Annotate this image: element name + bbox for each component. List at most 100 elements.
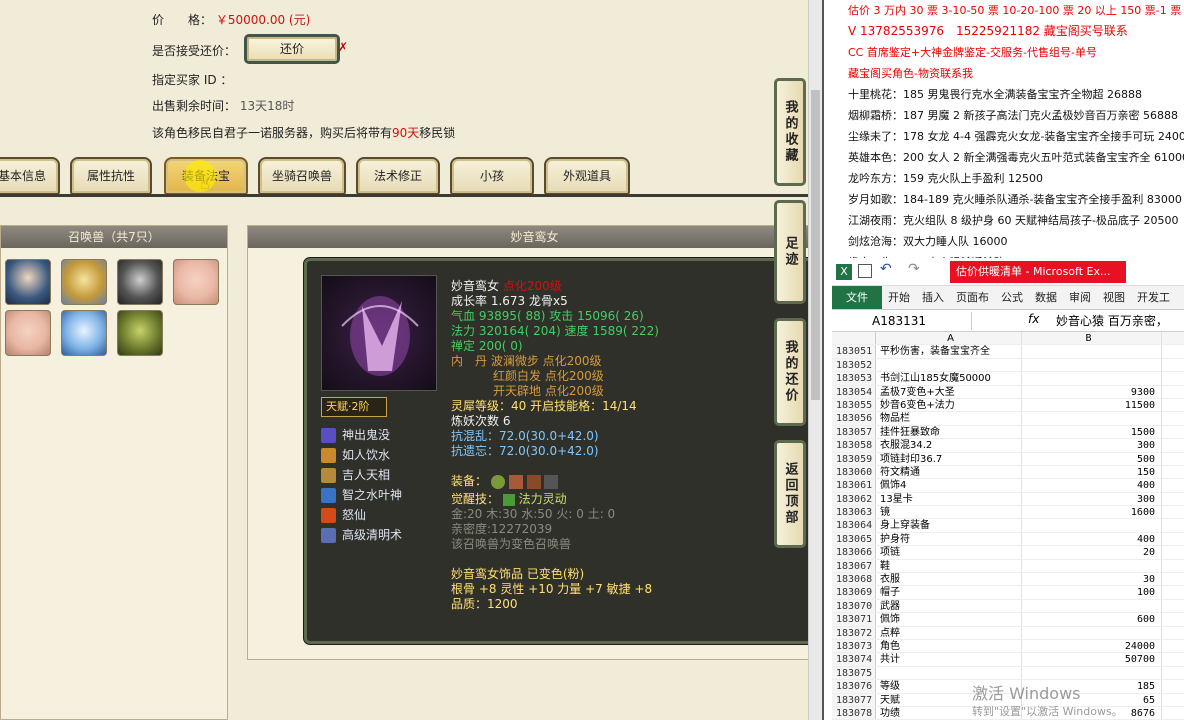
equip-icon[interactable] [526, 474, 541, 489]
ribbon-tab-developer[interactable]: 开发工 [1131, 286, 1176, 309]
skill-item[interactable]: 神出鬼没 [321, 425, 402, 445]
cell-b[interactable]: 100 [1022, 586, 1162, 599]
summon-thumb-7[interactable] [117, 310, 163, 356]
cell-a[interactable]: 13星卡 [876, 492, 1022, 506]
cell-b[interactable]: 300 [1022, 439, 1162, 452]
cell-b[interactable]: 24000 [1022, 639, 1162, 653]
cell-a[interactable]: 衣服 [876, 573, 1022, 586]
cell-b[interactable] [1022, 372, 1162, 385]
cell-a[interactable]: 点粹 [876, 626, 1022, 639]
ribbon-tab-file[interactable]: 文件 [832, 286, 882, 309]
cell-b[interactable]: 1600 [1022, 506, 1162, 519]
cell-b[interactable] [1022, 519, 1162, 532]
cell-a[interactable]: 书剑江山185女魔50000 [876, 372, 1022, 385]
tab-basic-info[interactable]: 基本信息 [0, 157, 60, 195]
cell-a[interactable]: 物品栏 [876, 412, 1022, 425]
cell-a[interactable]: 护身符 [876, 532, 1022, 546]
cell-a[interactable] [876, 358, 1022, 372]
cell-a[interactable] [876, 666, 1022, 680]
ribbon-tab-review[interactable]: 审阅 [1063, 286, 1097, 309]
excel-redo-icon[interactable]: ↷ [908, 261, 920, 277]
tab-appearance[interactable]: 外观道具 [544, 157, 630, 195]
my-favorites-button[interactable]: 我的收藏 [774, 78, 806, 186]
cell-a[interactable]: 角色 [876, 639, 1022, 653]
summon-thumb-1[interactable] [5, 259, 51, 305]
cell-a[interactable]: 共计 [876, 653, 1022, 666]
formula-input[interactable]: 妙音心猿 百万亲密， [1056, 312, 1168, 329]
ribbon-tab-view[interactable]: 视图 [1097, 286, 1131, 309]
tab-children[interactable]: 小孩 [450, 157, 534, 195]
skill-item[interactable]: 如人饮水 [321, 445, 402, 465]
cell-b[interactable] [1022, 345, 1162, 358]
skill-item[interactable]: 吉人天相 [321, 465, 402, 485]
cell-b[interactable]: 150 [1022, 465, 1162, 479]
my-haggle-button[interactable]: 我的还价 [774, 318, 806, 426]
cell-b[interactable] [1022, 666, 1162, 680]
cell-a[interactable]: 孟极7变色+大圣 [876, 385, 1022, 398]
cell-a[interactable]: 镜 [876, 506, 1022, 519]
cell-b[interactable]: 500 [1022, 452, 1162, 465]
cell-b[interactable]: 11500 [1022, 398, 1162, 412]
cell-b[interactable]: 9300 [1022, 385, 1162, 398]
tab-mounts-summons[interactable]: 坐骑召唤兽 [258, 157, 346, 195]
equip-icon[interactable] [508, 474, 523, 489]
cell-b[interactable] [1022, 559, 1162, 573]
skill-item[interactable]: 智之水叶神 [321, 485, 402, 505]
footprint-button[interactable]: 足迹 [774, 200, 806, 304]
skill-icon [321, 507, 336, 523]
ribbon-tab-formulas[interactable]: 公式 [995, 286, 1029, 309]
skill-item[interactable]: 怒仙 [321, 505, 402, 525]
cell-a[interactable]: 平秒伤害，装备宝宝齐全 [876, 345, 1022, 358]
cell-b[interactable]: 20 [1022, 546, 1162, 559]
cell-b[interactable] [1022, 599, 1162, 613]
ribbon-tab-home[interactable]: 开始 [882, 286, 916, 309]
cell-b[interactable]: 400 [1022, 479, 1162, 492]
column-header-b[interactable]: B [1022, 332, 1162, 345]
cell-a[interactable]: 身上穿装备 [876, 519, 1022, 532]
cell-b[interactable]: 600 [1022, 613, 1162, 626]
cell-b[interactable] [1022, 358, 1162, 372]
cell-a[interactable]: 武器 [876, 599, 1022, 613]
ribbon-tab-page-layout[interactable]: 页面布 [950, 286, 995, 309]
cell-a[interactable]: 挂件狂暴致命 [876, 425, 1022, 439]
cell-b[interactable]: 30 [1022, 573, 1162, 586]
row-number: 183069 [832, 586, 876, 599]
excel-sheet-grid[interactable]: A B 183051 平秒伤害，装备宝宝齐全 183052 183053 书剑江山185… [832, 332, 1184, 720]
cell-b[interactable] [1022, 412, 1162, 425]
name-box[interactable]: A183131 [836, 312, 972, 330]
cell-a[interactable]: 鞋 [876, 559, 1022, 573]
scrollbar-thumb[interactable] [811, 90, 820, 400]
tab-attributes[interactable]: 属性抗性 [70, 157, 152, 195]
cell-a[interactable]: 妙音6变色+法力 [876, 398, 1022, 412]
cell-a[interactable]: 佩饰4 [876, 479, 1022, 492]
cell-a[interactable]: 项链封印36.7 [876, 452, 1022, 465]
haggle-button[interactable]: 还价 [244, 34, 340, 64]
cell-a[interactable]: 项链 [876, 546, 1022, 559]
pet-neidan-1: 内 丹 波澜微步 点化200级 [451, 354, 602, 368]
skill-item[interactable]: 高级清明术 [321, 525, 402, 545]
cell-a[interactable]: 帽子 [876, 586, 1022, 599]
page-scrollbar[interactable] [808, 0, 822, 720]
back-to-top-button[interactable]: 返回顶部 [774, 440, 806, 548]
ribbon-tab-data[interactable]: 数据 [1029, 286, 1063, 309]
summon-thumb-5[interactable] [5, 310, 51, 356]
excel-undo-icon[interactable]: ↶ [880, 261, 892, 277]
summon-thumb-6[interactable] [61, 310, 107, 356]
column-header-a[interactable]: A [876, 332, 1022, 345]
excel-save-icon[interactable] [858, 264, 872, 278]
cell-b[interactable]: 1500 [1022, 425, 1162, 439]
summon-thumb-3[interactable] [117, 259, 163, 305]
cell-b[interactable]: 300 [1022, 492, 1162, 506]
cell-a[interactable]: 符文精通 [876, 465, 1022, 479]
equip-icon[interactable] [544, 474, 559, 489]
cell-b[interactable] [1022, 626, 1162, 639]
cell-a[interactable]: 佩饰 [876, 613, 1022, 626]
ribbon-tab-insert[interactable]: 插入 [916, 286, 950, 309]
summon-thumb-2[interactable] [61, 259, 107, 305]
cell-a[interactable]: 衣服混34.2 [876, 439, 1022, 452]
cell-b[interactable]: 50700 [1022, 653, 1162, 666]
tab-spell-correction[interactable]: 法术修正 [356, 157, 440, 195]
cell-b[interactable]: 400 [1022, 532, 1162, 546]
equip-icon[interactable] [490, 474, 505, 489]
summon-thumb-4[interactable] [173, 259, 219, 305]
